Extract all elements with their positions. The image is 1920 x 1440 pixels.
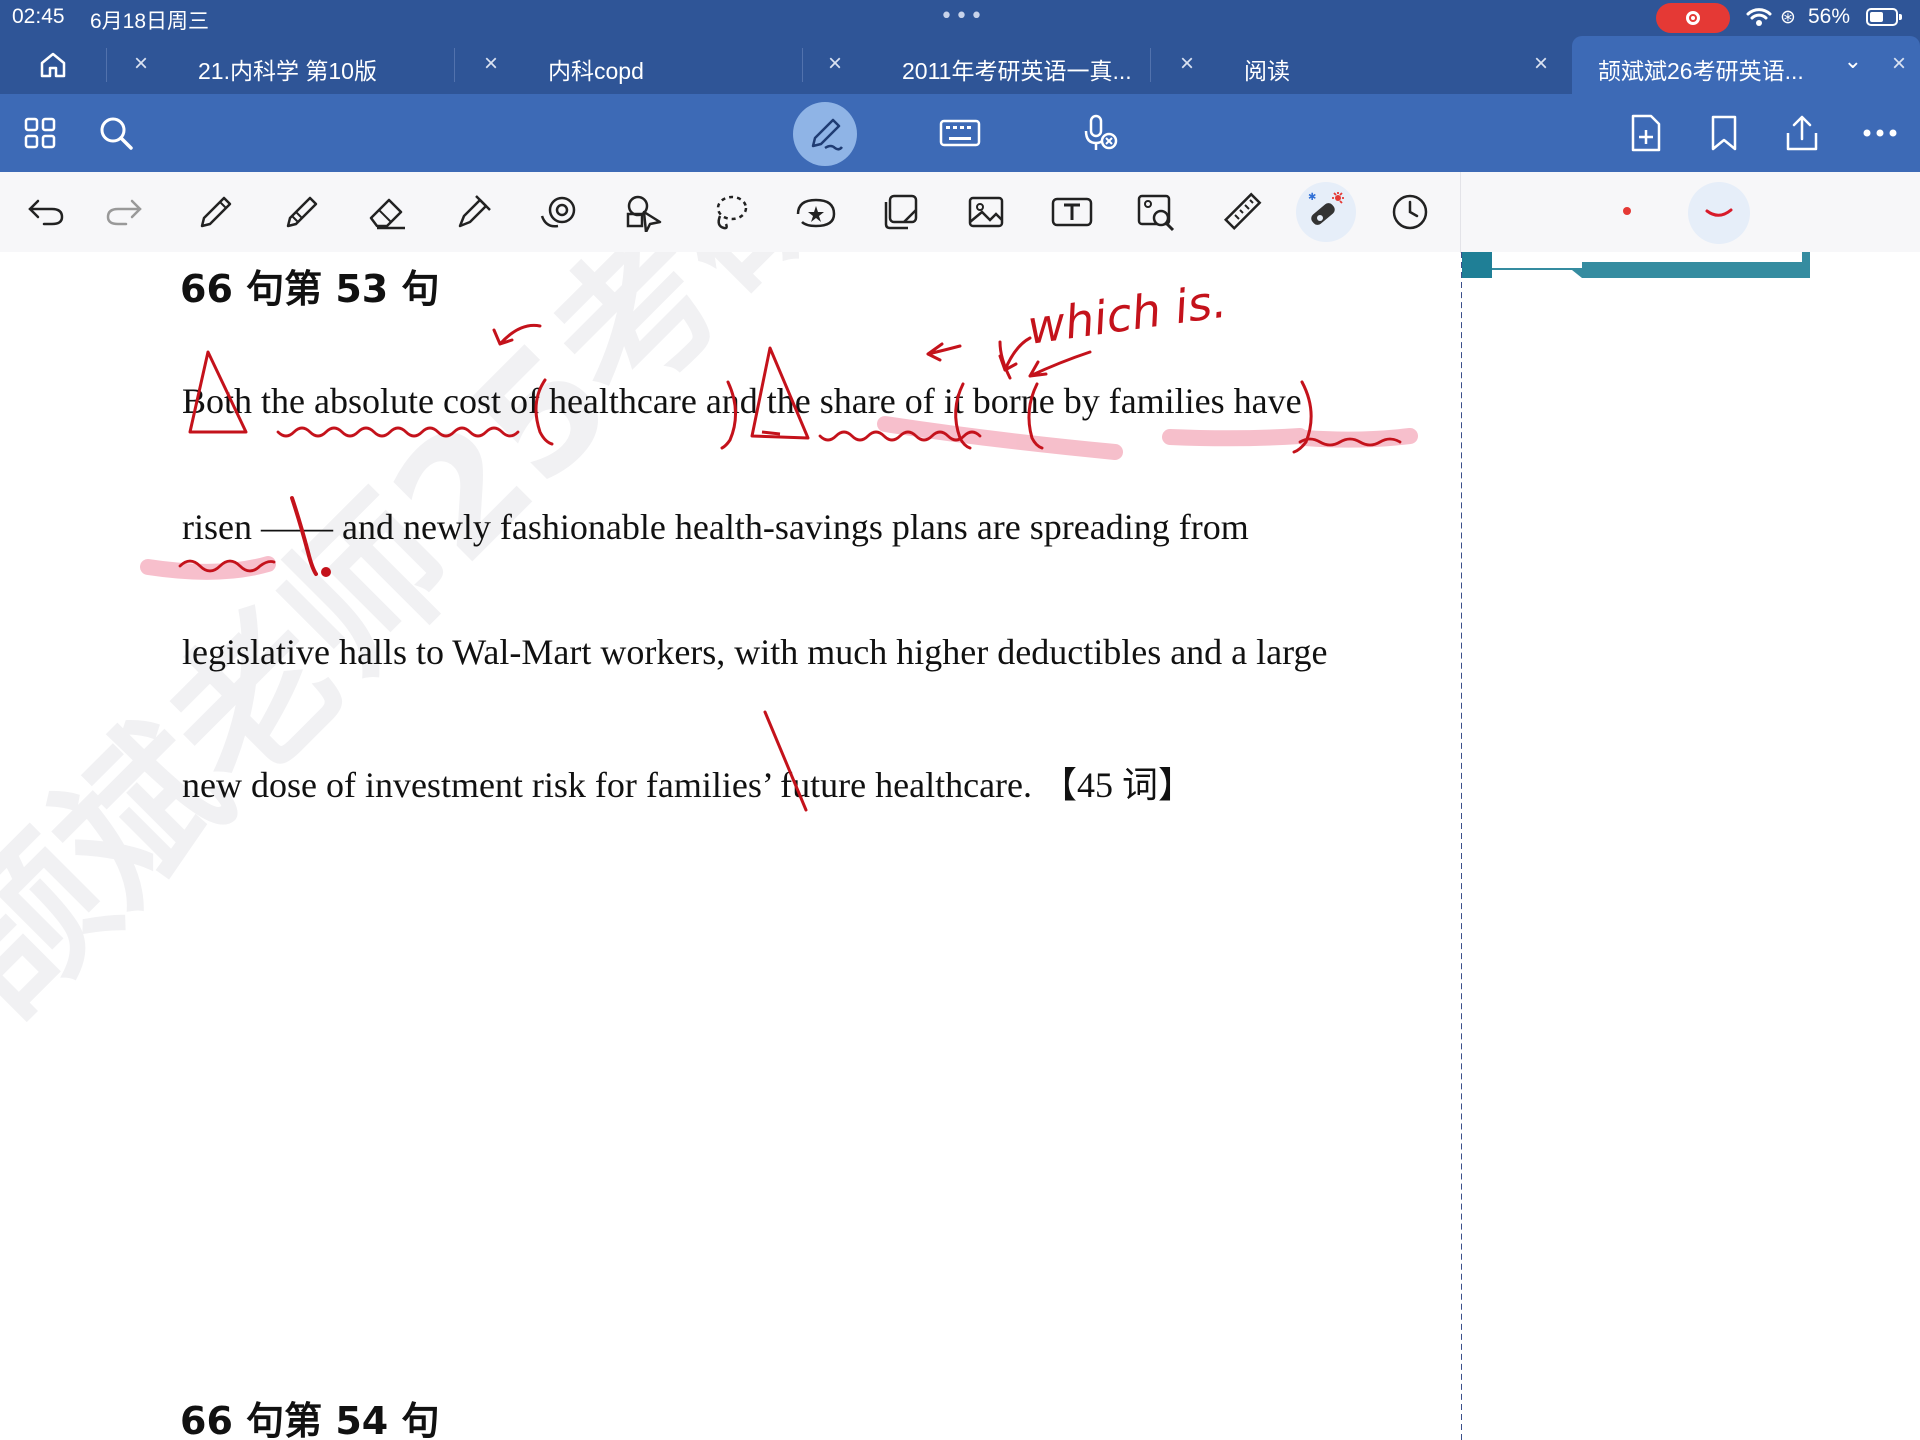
battery-icon [1866, 8, 1902, 26]
lasso-icon[interactable] [700, 182, 760, 242]
pencil-icon[interactable] [272, 182, 332, 242]
undo-icon[interactable] [16, 182, 76, 242]
tab-document[interactable]: × 内科copd [454, 36, 802, 94]
status-bar: 02:45 6月18日周三 ••• ⊛ 56% [0, 0, 1920, 36]
close-icon[interactable]: × [828, 50, 842, 78]
tab-document[interactable]: × 阅读 [1150, 36, 1498, 94]
sentence-heading: 66 句第 53 句 [180, 267, 440, 311]
screen-recording-indicator[interactable] [1656, 3, 1730, 33]
text-line: new dose of investment risk for families… [182, 765, 1195, 805]
close-icon[interactable]: × [1534, 50, 1548, 78]
text-line: Both the absolute cost of healthcare and… [182, 381, 1302, 421]
search-icon[interactable] [86, 94, 146, 172]
tab-label: 阅读 [1244, 58, 1290, 84]
ink-color-dot-icon[interactable] [1621, 205, 1633, 217]
text-line: legislative halls to Wal-Mart workers, w… [182, 632, 1328, 672]
tab-label: 21.内科学 第10版 [198, 58, 377, 84]
app-toolbar [0, 94, 1920, 172]
tab-document[interactable]: × 2011年考研英语一真... [802, 36, 1150, 94]
eraser-icon[interactable] [358, 182, 418, 242]
keyboard-icon[interactable] [930, 94, 990, 172]
stroke-preview-icon[interactable] [1688, 182, 1750, 244]
mic-icon[interactable] [1070, 94, 1130, 172]
tab-label: 2011年考研英语一真... [902, 58, 1132, 84]
chevron-down-icon[interactable]: ⌄ [1844, 48, 1862, 74]
status-date: 6月18日周三 [90, 10, 210, 33]
battery-percentage: 56% [1808, 5, 1851, 28]
home-icon [40, 52, 66, 78]
share-icon[interactable] [1772, 94, 1832, 172]
bookmark-icon[interactable] [1694, 94, 1754, 172]
close-icon[interactable]: × [134, 50, 148, 78]
rotation-lock-icon: ⊛ [1780, 6, 1796, 28]
tab-label: 内科copd [548, 58, 644, 84]
svg-text:✱: ✱ [1308, 192, 1316, 203]
pen-mode-icon[interactable] [793, 102, 857, 166]
sentence-heading: 66 句第 54 句 [180, 1399, 440, 1440]
page-thumbnail-strip[interactable] [1462, 252, 1810, 278]
tab-document[interactable]: × 21.内科学 第10版 [106, 36, 454, 94]
multitask-dots[interactable]: ••• [940, 4, 985, 29]
close-icon[interactable]: × [484, 50, 498, 78]
handwritten-annotations: which is. [140, 274, 1418, 812]
record-icon [1686, 11, 1700, 25]
laser-pointer-icon[interactable]: ✱ [1296, 182, 1356, 242]
redo-icon[interactable] [94, 182, 154, 242]
tab-label: 颉斌斌26考研英语... [1598, 58, 1804, 84]
more-icon[interactable] [1850, 94, 1910, 172]
history-icon[interactable] [1380, 182, 1440, 242]
shapes-lasso-icon[interactable] [614, 182, 674, 242]
image-icon[interactable] [956, 182, 1016, 242]
text-box-icon[interactable] [1042, 182, 1102, 242]
home-tab[interactable] [0, 36, 106, 94]
add-page-icon[interactable] [1616, 94, 1676, 172]
ruler-icon[interactable] [1212, 182, 1272, 242]
pen-icon[interactable] [186, 182, 246, 242]
handwritten-note: which is. [1024, 274, 1230, 355]
tab-bar: × 21.内科学 第10版 × 内科copd × 2011年考研英语一真... … [0, 36, 1920, 94]
grid-icon[interactable] [10, 94, 70, 172]
shapes-icon[interactable] [530, 182, 590, 242]
status-time: 02:45 [12, 5, 65, 28]
close-icon[interactable]: × [1180, 50, 1194, 78]
text-line: risen —— and newly fashionable health-sa… [182, 507, 1249, 547]
close-icon[interactable]: × [1892, 50, 1906, 78]
document-page[interactable]: 颉斌老师25考研英语全程班 66 句第 53 句 Both the absolu… [0, 252, 1460, 1440]
sticker-icon[interactable] [786, 182, 846, 242]
side-panel [1462, 252, 1920, 1440]
image-search-icon[interactable] [1126, 182, 1186, 242]
tab-active-document[interactable]: 颉斌斌26考研英语... ⌄ × [1572, 36, 1920, 94]
wifi-icon [1746, 8, 1772, 26]
highlighter-icon[interactable] [444, 182, 504, 242]
sticky-note-icon[interactable] [870, 182, 930, 242]
